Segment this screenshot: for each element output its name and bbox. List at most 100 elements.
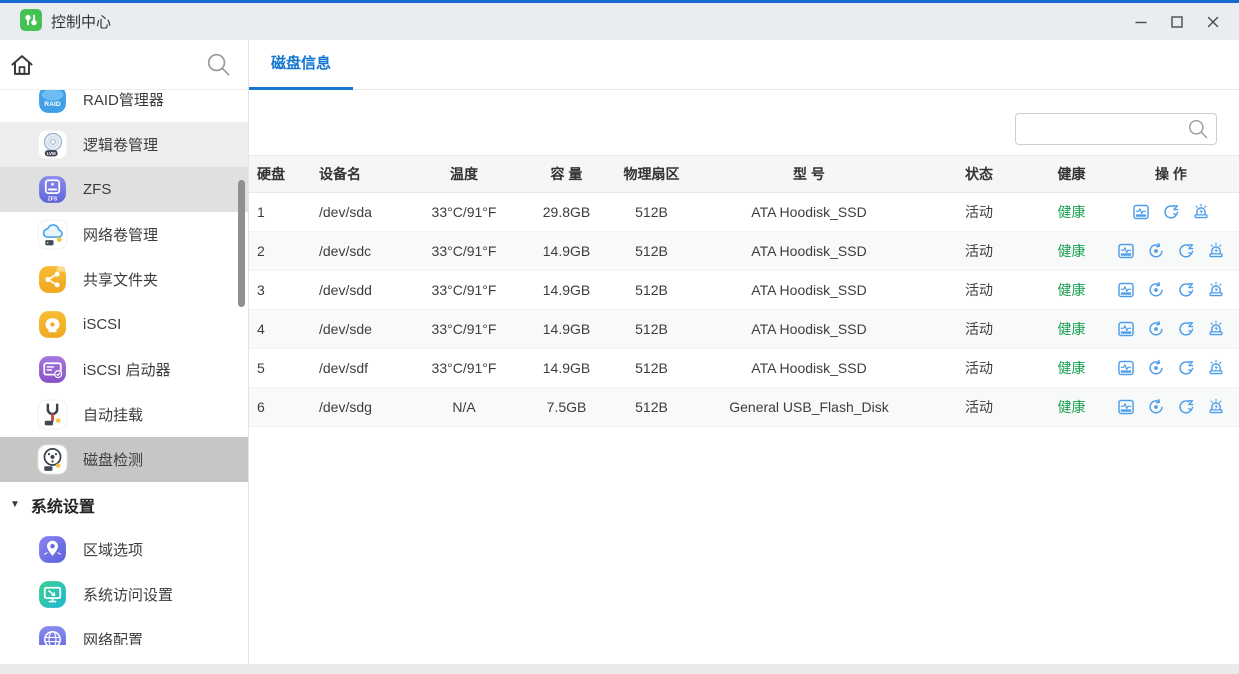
column-header: 温度 bbox=[399, 164, 529, 184]
sidebar-item-label: ZFS bbox=[83, 181, 111, 198]
sidebar-item-iscsi-initiator[interactable]: iSCSI 启动器 bbox=[0, 347, 248, 392]
cell-status: 活动 bbox=[919, 319, 1039, 339]
smart-info-icon[interactable] bbox=[1117, 320, 1135, 338]
cell-health: 健康 bbox=[1039, 280, 1104, 300]
cell-actions bbox=[1104, 281, 1238, 299]
svg-text:ZFS: ZFS bbox=[48, 197, 58, 203]
system-access-icon bbox=[37, 579, 68, 610]
close-icon bbox=[1206, 15, 1220, 29]
disk-table-body: 1/dev/sda33°C/91°F29.8GB512BATA Hoodisk_… bbox=[249, 193, 1239, 427]
maximize-icon bbox=[1170, 15, 1184, 29]
standby-icon[interactable] bbox=[1147, 320, 1165, 338]
disk-check-icon bbox=[37, 444, 68, 475]
standby-icon[interactable] bbox=[1147, 398, 1165, 416]
table-row[interactable]: 3/dev/sdd33°C/91°F14.9GB512BATA Hoodisk_… bbox=[249, 271, 1239, 310]
table-row[interactable]: 2/dev/sdc33°C/91°F14.9GB512BATA Hoodisk_… bbox=[249, 232, 1239, 271]
cell-actions bbox=[1104, 203, 1238, 221]
cell-disk-no: 1 bbox=[249, 204, 299, 220]
sidebar-item-label: RAID管理器 bbox=[83, 90, 164, 110]
locate-icon[interactable] bbox=[1207, 281, 1225, 299]
cell-temperature: 33°C/91°F bbox=[399, 204, 529, 220]
sleep-icon[interactable] bbox=[1177, 281, 1195, 299]
svg-text:LVM: LVM bbox=[47, 151, 56, 156]
cell-device: /dev/sdf bbox=[299, 360, 399, 376]
minimize-button[interactable] bbox=[1123, 3, 1159, 40]
sleep-icon[interactable] bbox=[1177, 320, 1195, 338]
sidebar-item-label: 网络配置 bbox=[83, 629, 143, 645]
smart-info-icon[interactable] bbox=[1117, 359, 1135, 377]
locate-icon[interactable] bbox=[1207, 320, 1225, 338]
cell-device: /dev/sde bbox=[299, 321, 399, 337]
standby-icon[interactable] bbox=[1147, 281, 1165, 299]
close-button[interactable] bbox=[1195, 3, 1231, 40]
sidebar-item-system-access[interactable]: 系统访问设置 bbox=[0, 572, 248, 617]
sidebar-item-label: iSCSI 启动器 bbox=[83, 359, 171, 380]
column-header: 设备名 bbox=[299, 164, 399, 184]
table-row[interactable]: 4/dev/sde33°C/91°F14.9GB512BATA Hoodisk_… bbox=[249, 310, 1239, 349]
locate-icon[interactable] bbox=[1207, 398, 1225, 416]
window-title: 控制中心 bbox=[51, 11, 111, 32]
cell-capacity: 29.8GB bbox=[529, 204, 604, 220]
tab-disk-info[interactable]: 磁盘信息 bbox=[249, 40, 353, 90]
sidebar-item-lvm[interactable]: LVM逻辑卷管理 bbox=[0, 122, 248, 167]
column-header: 硬盘 bbox=[249, 164, 299, 184]
cell-actions bbox=[1104, 320, 1238, 338]
table-row[interactable]: 5/dev/sdf33°C/91°F14.9GB512BATA Hoodisk_… bbox=[249, 349, 1239, 388]
content-area: 硬盘设备名温度容 量物理扇区型 号状态健康操 作 1/dev/sda33°C/9… bbox=[249, 90, 1239, 664]
cell-model: General USB_Flash_Disk bbox=[699, 399, 919, 415]
titlebar[interactable]: 控制中心 bbox=[0, 3, 1239, 40]
sidebar-header bbox=[0, 40, 248, 90]
cell-physical-sector: 512B bbox=[604, 204, 699, 220]
cell-model: ATA Hoodisk_SSD bbox=[699, 243, 919, 259]
sidebar-nav-list: RAIDRAID管理器LVM逻辑卷管理ZFSZFS网络卷管理共享文件夹iSCSI… bbox=[0, 90, 248, 645]
shared-folder-icon bbox=[37, 264, 68, 295]
standby-icon[interactable] bbox=[1147, 359, 1165, 377]
cell-temperature: 33°C/91°F bbox=[399, 321, 529, 337]
table-search bbox=[1015, 113, 1217, 145]
cell-health: 健康 bbox=[1039, 202, 1104, 222]
sidebar-item-zfs[interactable]: ZFS ZFS bbox=[0, 167, 248, 212]
titlebar-left: 控制中心 bbox=[20, 9, 111, 35]
cell-disk-no: 5 bbox=[249, 360, 299, 376]
smart-info-icon[interactable] bbox=[1132, 203, 1150, 221]
locate-icon[interactable] bbox=[1207, 242, 1225, 260]
cell-model: ATA Hoodisk_SSD bbox=[699, 321, 919, 337]
sidebar-item-shared-folder[interactable]: 共享文件夹 bbox=[0, 257, 248, 302]
sleep-icon[interactable] bbox=[1177, 359, 1195, 377]
sidebar-item-disk-check[interactable]: 磁盘检测 bbox=[0, 437, 248, 482]
locate-icon[interactable] bbox=[1207, 359, 1225, 377]
cell-disk-no: 4 bbox=[249, 321, 299, 337]
smart-info-icon[interactable] bbox=[1117, 398, 1135, 416]
maximize-button[interactable] bbox=[1159, 3, 1195, 40]
sidebar-search-button[interactable] bbox=[205, 51, 232, 78]
cell-capacity: 14.9GB bbox=[529, 321, 604, 337]
sleep-icon[interactable] bbox=[1177, 398, 1195, 416]
network-volume-icon bbox=[37, 219, 68, 250]
sidebar-scrollbar-thumb[interactable] bbox=[238, 180, 245, 307]
sidebar-item-iscsi[interactable]: iSCSI bbox=[0, 302, 248, 347]
sleep-icon[interactable] bbox=[1177, 242, 1195, 260]
table-row[interactable]: 1/dev/sda33°C/91°F29.8GB512BATA Hoodisk_… bbox=[249, 193, 1239, 232]
table-search-input[interactable] bbox=[1016, 121, 1186, 137]
sidebar-section-system-settings[interactable]: ▼系统设置 bbox=[0, 482, 248, 527]
standby-icon[interactable] bbox=[1147, 242, 1165, 260]
cell-disk-no: 2 bbox=[249, 243, 299, 259]
cell-health: 健康 bbox=[1039, 358, 1104, 378]
tab-bar: 磁盘信息 bbox=[249, 40, 1239, 90]
table-search-button[interactable] bbox=[1186, 117, 1210, 141]
cell-capacity: 14.9GB bbox=[529, 243, 604, 259]
sidebar-item-network-volume[interactable]: 网络卷管理 bbox=[0, 212, 248, 257]
sidebar-item-network-config[interactable]: 网络配置 bbox=[0, 617, 248, 645]
smart-info-icon[interactable] bbox=[1117, 242, 1135, 260]
zfs-icon: ZFS bbox=[37, 174, 68, 205]
sidebar-item-auto-mount[interactable]: 自动挂载 bbox=[0, 392, 248, 437]
home-button[interactable] bbox=[8, 51, 36, 79]
sleep-icon[interactable] bbox=[1162, 203, 1180, 221]
sidebar-item-region-options[interactable]: 区域选项 bbox=[0, 527, 248, 572]
sidebar-item-label: 网络卷管理 bbox=[83, 224, 158, 245]
table-row[interactable]: 6/dev/sdgN/A7.5GB512BGeneral USB_Flash_D… bbox=[249, 388, 1239, 427]
smart-info-icon[interactable] bbox=[1117, 281, 1135, 299]
iscsi-initiator-icon bbox=[37, 354, 68, 385]
sidebar-item-raid-manager[interactable]: RAIDRAID管理器 bbox=[0, 90, 248, 122]
locate-icon[interactable] bbox=[1192, 203, 1210, 221]
